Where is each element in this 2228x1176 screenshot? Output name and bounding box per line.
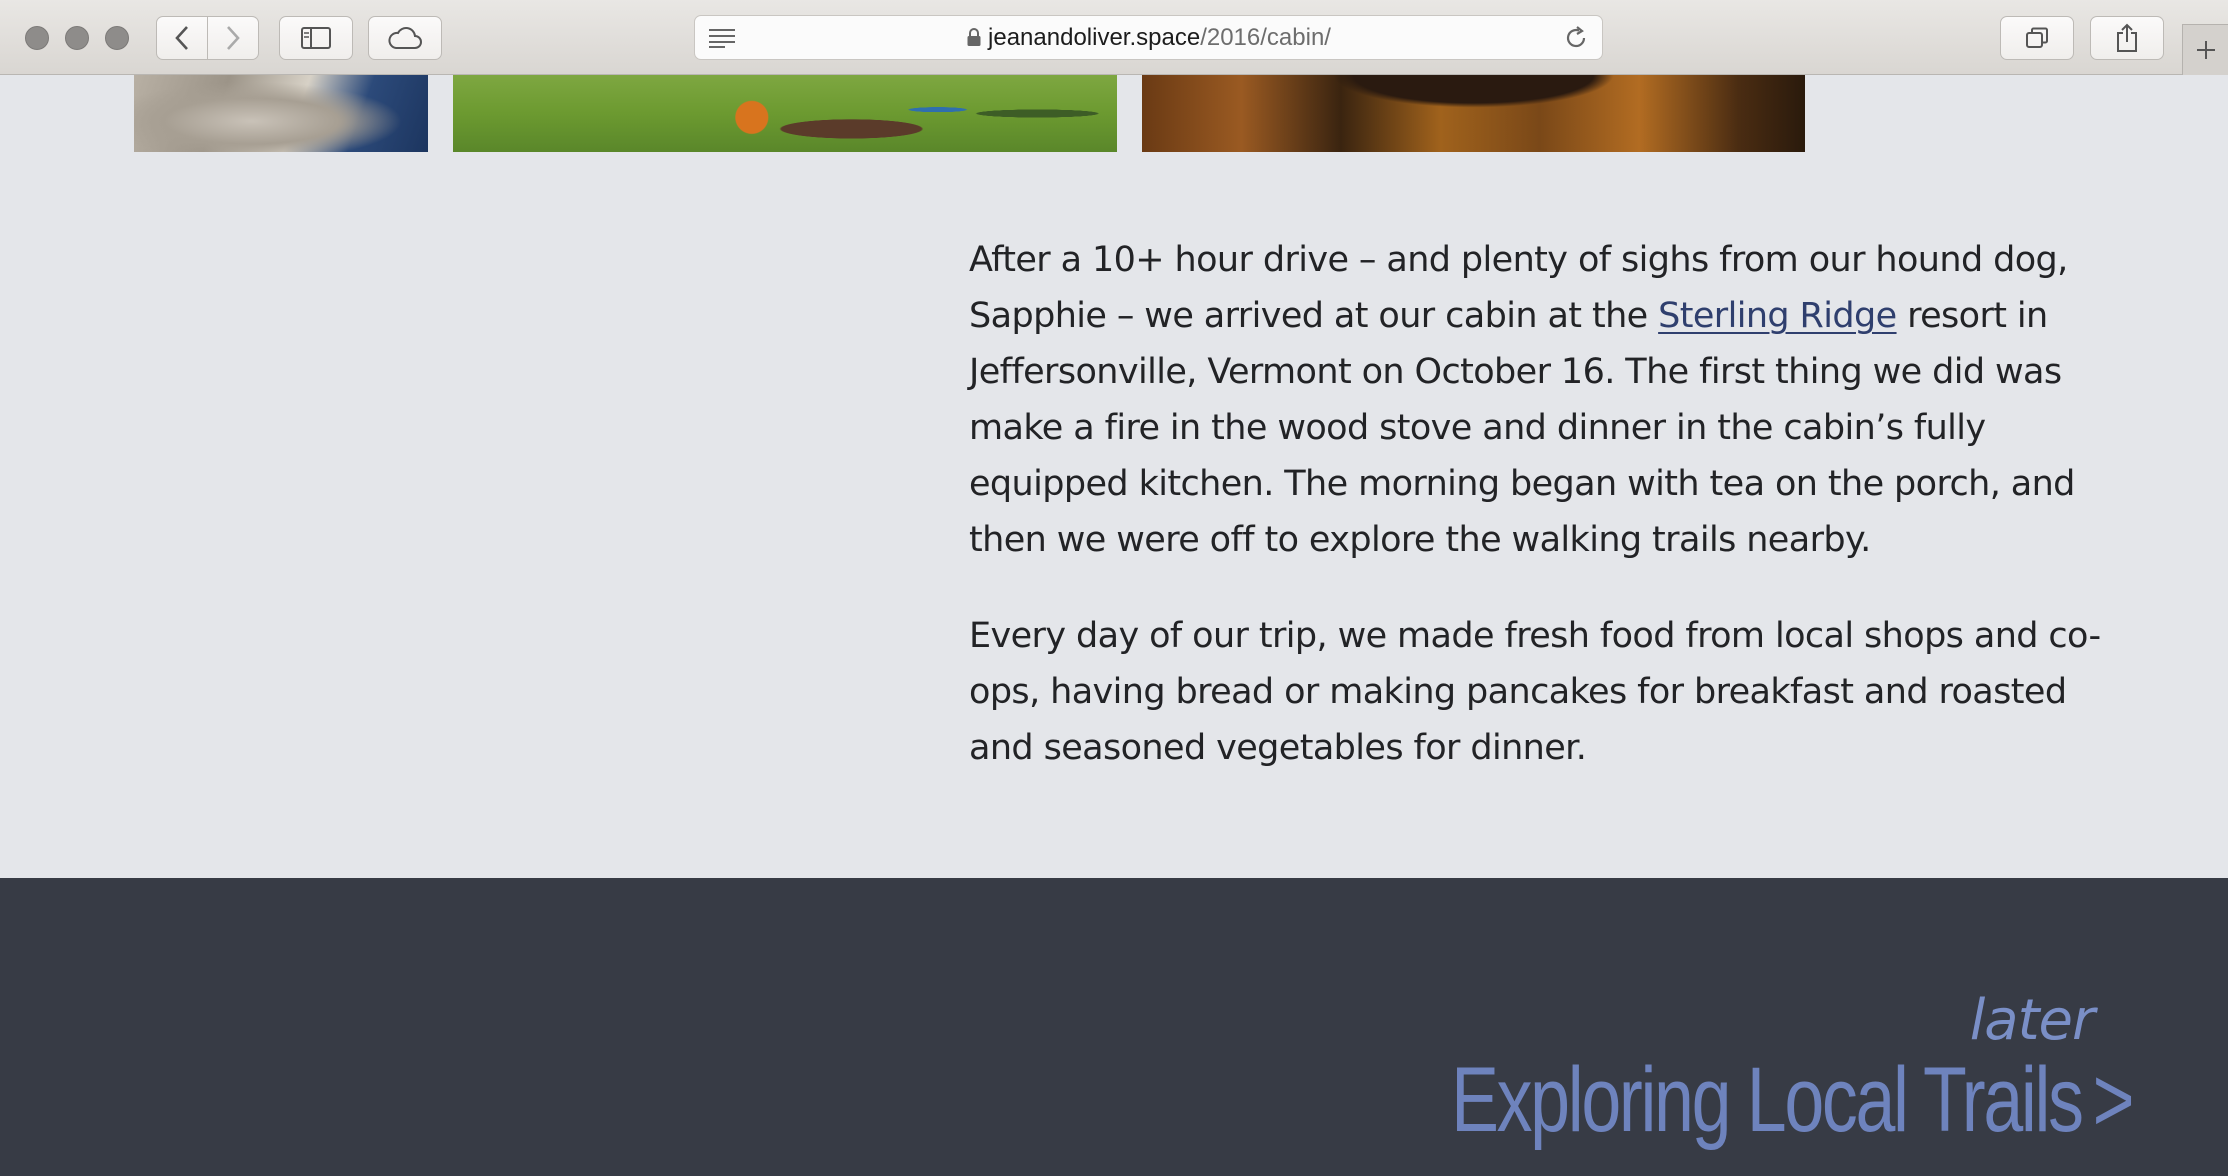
close-window-button[interactable] [25,26,49,50]
sidebar-icon [301,27,331,49]
show-tabs-button[interactable] [2000,16,2074,60]
next-post-title: Exploring Local Trails [1450,1049,2084,1151]
article-paragraph-1: After a 10+ hour drive – and plenty of s… [969,232,2139,568]
reload-icon[interactable] [1564,26,1588,55]
article-body: After a 10+ hour drive – and plenty of s… [969,232,2139,816]
article-paragraph-2: Every day of our trip, we made fresh foo… [969,616,2101,768]
sterling-ridge-link[interactable]: Sterling Ridge [1658,296,1897,336]
tabs-icon [2026,27,2048,48]
forward-button[interactable] [207,16,259,60]
icloud-tabs-button[interactable] [368,16,442,60]
minimize-window-button[interactable] [65,26,89,50]
gallery-photo-autumn-foliage[interactable] [1142,75,1805,152]
url-text[interactable]: jeanandoliver.space/2016/cabin/ [695,16,1602,59]
chevron-right-icon: > [2092,1049,2134,1151]
forward-icon [227,26,240,50]
next-post-link[interactable]: Exploring Local Trails > [1450,1048,2134,1153]
later-label: later [1969,988,2095,1053]
url-path: /2016/cabin/ [1200,24,1331,51]
lock-icon [966,18,982,61]
plus-icon [2196,41,2215,59]
share-button[interactable] [2090,16,2164,60]
address-bar[interactable]: jeanandoliver.space/2016/cabin/ [694,15,1603,60]
browser-toolbar: jeanandoliver.space/2016/cabin/ [0,0,2228,75]
sidebar-button[interactable] [279,16,353,60]
back-icon [175,26,188,50]
new-tab-button[interactable] [2182,24,2228,75]
share-icon [2117,23,2137,52]
gallery-photo-birch-tree[interactable] [134,75,428,152]
url-domain: jeanandoliver.space [988,24,1201,51]
cloud-icon [388,27,422,49]
next-post-footer: later Exploring Local Trails > [0,878,2228,1176]
back-button[interactable] [156,16,208,60]
zoom-window-button[interactable] [105,26,129,50]
gallery-photo-pumpkin-garden[interactable] [453,75,1117,152]
